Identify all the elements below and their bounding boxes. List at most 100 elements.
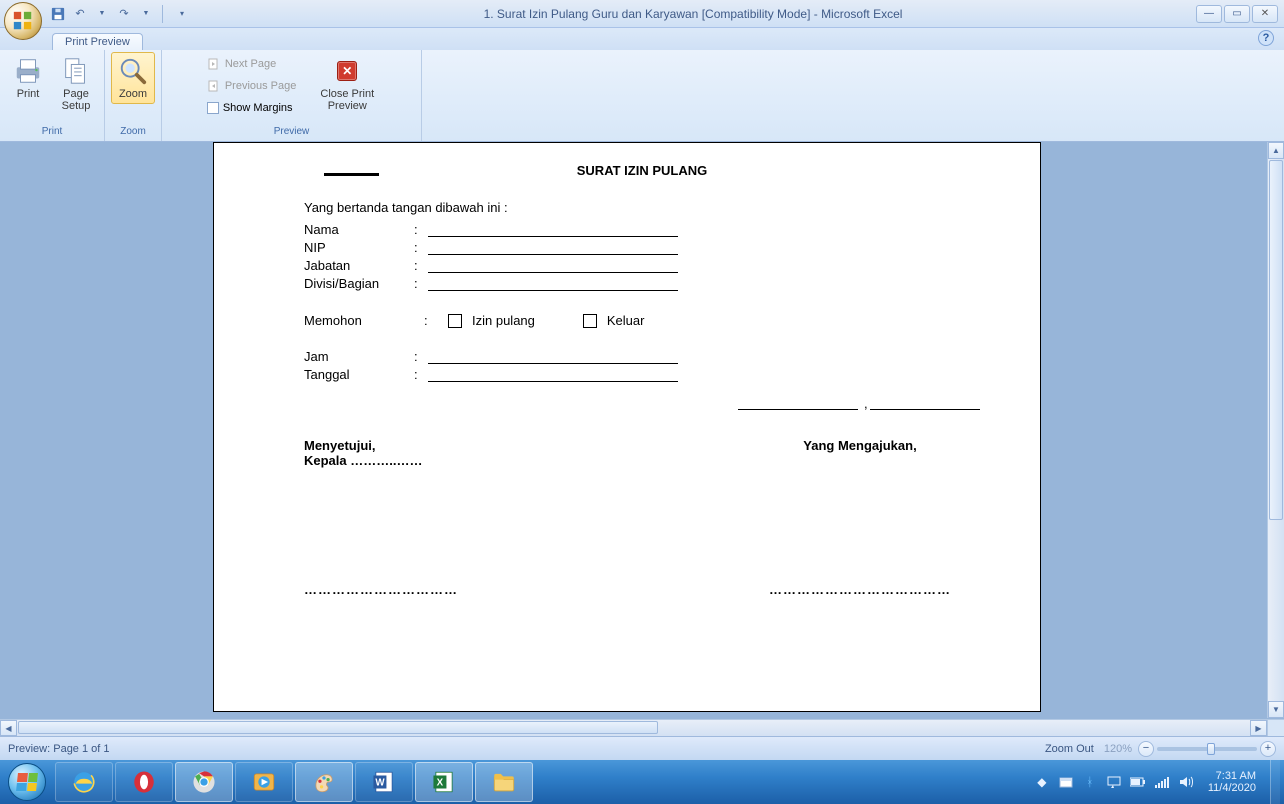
doc-title: SURAT IZIN PULANG [304,163,980,178]
scroll-down-arrow-icon[interactable]: ▼ [1268,701,1284,718]
memohon-row: Memohon: Izin pulang Keluar [304,313,980,328]
close-print-preview-button[interactable]: ✕ Close Print Preview [314,52,380,115]
checkbox-icon [207,102,219,114]
tray-clock[interactable]: 7:31 AM 11/4/2020 [1202,770,1262,794]
field-tanggal-line [428,368,678,382]
minimize-button[interactable]: — [1196,5,1222,23]
field-jam-line [428,350,678,364]
zoom-thumb[interactable] [1207,743,1215,755]
tray-date: 11/4/2020 [1208,782,1256,794]
show-desktop-button[interactable] [1270,760,1280,804]
maximize-button[interactable]: ▭ [1224,5,1250,23]
excel-icon: X [431,769,457,795]
field-memohon-label: Memohon [304,313,414,328]
opt-keluar: Keluar [607,313,645,328]
vscroll-thumb[interactable] [1269,160,1283,520]
windows-taskbar: W X ◆ ᚼ 7:31 AM 11/4/2020 [0,760,1284,804]
zoom-out-label[interactable]: Zoom Out [1045,743,1094,755]
scroll-right-arrow-icon[interactable]: ▶ [1250,720,1267,736]
taskbar-opera[interactable] [115,762,173,802]
checkbox-izin-pulang [448,314,462,328]
office-button[interactable] [4,2,44,42]
volume-icon[interactable] [1178,774,1194,790]
group-print-label: Print [6,126,98,141]
qat-customize-icon[interactable]: ▾ [174,6,190,22]
network-icon[interactable] [1154,774,1170,790]
paint-icon [311,769,337,795]
doc-intro: Yang bertanda tangan dibawah ini : [304,200,980,215]
tab-print-preview[interactable]: Print Preview [52,33,143,50]
zoom-percent[interactable]: 120% [1104,743,1132,755]
opera-icon [131,769,157,795]
redo-dropdown-icon[interactable]: ▼ [138,6,154,22]
page-setup-label: Page Setup [62,89,91,112]
vertical-scrollbar[interactable]: ▲ ▼ [1267,142,1284,718]
save-icon[interactable] [50,6,66,22]
next-page-label: Next Page [225,58,276,70]
tray-app1-icon[interactable]: ◆ [1034,774,1050,790]
field-divisi-line [428,277,678,291]
scroll-left-arrow-icon[interactable]: ◀ [0,720,17,736]
redo-icon[interactable]: ↷ [116,6,132,22]
sign-left-2: Kepala ………..…… [304,453,422,468]
print-button[interactable]: Print [6,52,50,104]
field-divisi-label: Divisi/Bagian [304,276,414,291]
printer-icon [12,55,44,87]
quick-access-toolbar: ↶ ▼ ↷ ▼ ▾ [50,0,190,27]
system-tray: ◆ ᚼ 7:31 AM 11/4/2020 [1034,760,1284,804]
field-nip-line [428,241,678,255]
tray-app2-icon[interactable] [1058,774,1074,790]
svg-text:X: X [437,777,444,788]
taskbar-media-player[interactable] [235,762,293,802]
tray-time: 7:31 AM [1208,770,1256,782]
taskbar-word[interactable]: W [355,762,413,802]
group-zoom-label: Zoom [111,126,155,141]
opt-izin-pulang: Izin pulang [472,313,535,328]
scroll-up-arrow-icon[interactable]: ▲ [1268,142,1284,159]
zoom-minus-button[interactable]: − [1138,741,1154,757]
taskbar-excel[interactable]: X [415,762,473,802]
bluetooth-icon[interactable]: ᚼ [1082,774,1098,790]
field-nama-line [428,223,678,237]
group-print: Print Page Setup Print [0,50,105,141]
horizontal-scrollbar[interactable]: ◀ ▶ [0,719,1267,736]
windows-logo-icon [16,773,38,791]
next-page-button: Next Page [203,54,301,74]
page-setup-icon [60,55,92,87]
sign-right: Yang Mengajukan, [740,438,980,453]
taskbar-ie[interactable] [55,762,113,802]
field-jabatan-line [428,259,678,273]
print-label: Print [17,89,40,101]
zoom-slider[interactable]: − + [1138,741,1276,757]
field-jam-label: Jam [304,349,414,364]
checkbox-keluar [583,314,597,328]
ribbon-tab-row: Print Preview ? [0,28,1284,50]
document-content: SURAT IZIN PULANG Yang bertanda tangan d… [304,163,980,597]
zoom-button[interactable]: Zoom [111,52,155,104]
help-button[interactable]: ? [1258,30,1274,46]
close-window-button[interactable]: ✕ [1252,5,1278,23]
group-preview: Next Page Previous Page Show Margins ✕ C… [162,50,422,141]
show-margins-checkbox[interactable]: Show Margins [203,98,301,118]
action-center-icon[interactable] [1106,774,1122,790]
taskbar-explorer[interactable] [475,762,533,802]
title-bar: ↶ ▼ ↷ ▼ ▾ 1. Surat Izin Pulang Guru dan … [0,0,1284,28]
hscroll-thumb[interactable] [18,721,658,734]
battery-icon[interactable] [1130,774,1146,790]
undo-icon[interactable]: ↶ [72,6,88,22]
page-preview: SURAT IZIN PULANG Yang bertanda tangan d… [214,143,1040,711]
group-zoom: Zoom Zoom [105,50,162,141]
undo-dropdown-icon[interactable]: ▼ [94,6,110,22]
status-text: Preview: Page 1 of 1 [8,743,1045,755]
previous-page-button: Previous Page [203,76,301,96]
group-preview-label: Preview [168,126,415,141]
page-setup-button[interactable]: Page Setup [54,52,98,115]
taskbar-chrome[interactable] [175,762,233,802]
taskbar-paint[interactable] [295,762,353,802]
field-tanggal-label: Tanggal [304,367,414,382]
next-page-icon [207,57,221,71]
previous-page-label: Previous Page [225,80,297,92]
start-button[interactable] [0,760,54,804]
zoom-plus-button[interactable]: + [1260,741,1276,757]
zoom-track[interactable] [1157,747,1257,751]
